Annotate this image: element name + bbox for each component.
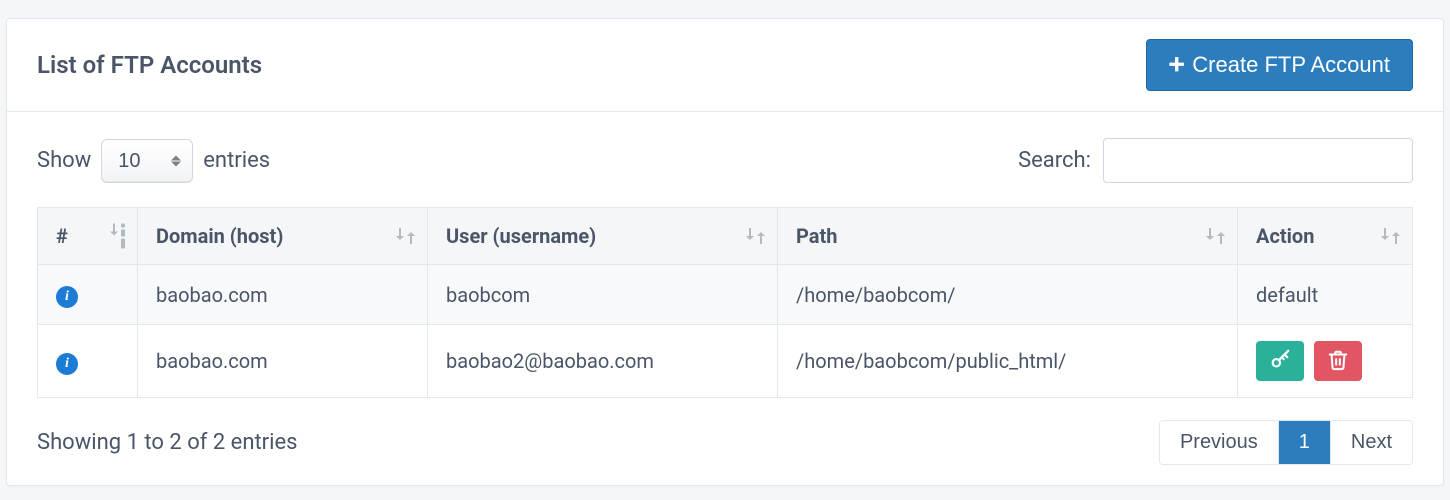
page-title: List of FTP Accounts bbox=[37, 51, 262, 79]
column-header-action[interactable]: Action bbox=[1238, 208, 1413, 265]
table-footer: Showing 1 to 2 of 2 entries Previous 1 N… bbox=[37, 420, 1413, 465]
row-info-cell[interactable]: i bbox=[38, 325, 138, 398]
pagination-page-1[interactable]: 1 bbox=[1279, 421, 1331, 464]
change-password-button[interactable] bbox=[1256, 341, 1304, 381]
cell-domain: baobao.com bbox=[138, 265, 428, 325]
panel-header: List of FTP Accounts ➕︎ Create FTP Accou… bbox=[7, 19, 1443, 112]
show-suffix-label: entries bbox=[203, 148, 270, 173]
sort-icon bbox=[746, 228, 765, 244]
action-default-label: default bbox=[1256, 283, 1318, 307]
table-header-row: # Domain (host) bbox=[38, 208, 1413, 265]
sort-icon bbox=[1206, 228, 1225, 244]
column-header-path[interactable]: Path bbox=[778, 208, 1238, 265]
table-head: # Domain (host) bbox=[38, 208, 1413, 265]
delete-button[interactable] bbox=[1314, 341, 1362, 381]
trash-icon bbox=[1327, 349, 1349, 374]
key-icon bbox=[1269, 349, 1291, 374]
search-control: Search: bbox=[1018, 138, 1413, 183]
column-header-index-label: # bbox=[56, 224, 68, 248]
pagination-previous[interactable]: Previous bbox=[1160, 421, 1279, 464]
ftp-accounts-table: # Domain (host) bbox=[37, 207, 1413, 398]
cell-path: /home/baobcom/public_html/ bbox=[778, 325, 1238, 398]
info-icon[interactable]: i bbox=[56, 353, 78, 375]
column-header-index[interactable]: # bbox=[38, 208, 138, 265]
cell-domain: baobao.com bbox=[138, 325, 428, 398]
length-control: Show 102550100 entries bbox=[37, 139, 270, 183]
search-input[interactable] bbox=[1103, 138, 1413, 183]
search-label: Search: bbox=[1018, 148, 1091, 173]
pagination-next[interactable]: Next bbox=[1331, 421, 1412, 464]
column-header-domain-label: Domain (host) bbox=[156, 224, 283, 248]
info-icon[interactable]: i bbox=[56, 286, 78, 308]
create-button-label: Create FTP Account bbox=[1192, 52, 1390, 78]
column-header-path-label: Path bbox=[796, 224, 837, 248]
length-select-wrap: 102550100 bbox=[101, 139, 193, 183]
column-header-user-label: User (username) bbox=[446, 224, 596, 248]
table-row: i baobao.combaobcom/home/baobcom/default bbox=[38, 265, 1413, 325]
cell-action bbox=[1238, 325, 1413, 398]
cell-user: baobcom bbox=[428, 265, 778, 325]
create-ftp-account-button[interactable]: ➕︎ Create FTP Account bbox=[1146, 39, 1413, 91]
sort-icon bbox=[396, 228, 415, 244]
sort-icon bbox=[1381, 228, 1400, 244]
table-row: i baobao.combaobao2@baobao.com/home/baobc… bbox=[38, 325, 1413, 398]
cell-path: /home/baobcom/ bbox=[778, 265, 1238, 325]
column-header-action-label: Action bbox=[1256, 224, 1314, 248]
table-body: ibaobao.combaobcom/home/baobcom/defaulti… bbox=[38, 265, 1413, 398]
cell-user: baobao2@baobao.com bbox=[428, 325, 778, 398]
column-header-user[interactable]: User (username) bbox=[428, 208, 778, 265]
row-info-cell[interactable]: i bbox=[38, 265, 138, 325]
panel-body: Show 102550100 entries Search: bbox=[7, 112, 1443, 485]
cell-action: default bbox=[1238, 265, 1413, 325]
pagination: Previous 1 Next bbox=[1159, 420, 1413, 465]
plus-icon: ➕︎ bbox=[1169, 55, 1184, 75]
sort-icon bbox=[110, 224, 125, 249]
table-info: Showing 1 to 2 of 2 entries bbox=[37, 430, 298, 455]
table-controls: Show 102550100 entries Search: bbox=[37, 138, 1413, 183]
column-header-domain[interactable]: Domain (host) bbox=[138, 208, 428, 265]
length-select[interactable]: 102550100 bbox=[101, 139, 193, 183]
show-prefix-label: Show bbox=[37, 148, 91, 173]
action-buttons bbox=[1256, 341, 1362, 381]
ftp-accounts-panel: List of FTP Accounts ➕︎ Create FTP Accou… bbox=[6, 18, 1444, 486]
